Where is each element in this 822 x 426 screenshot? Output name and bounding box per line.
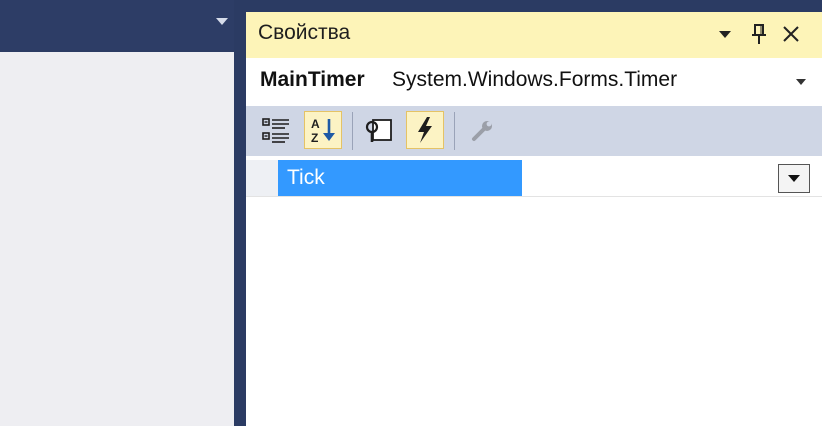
events-button[interactable] (406, 111, 444, 149)
property-grid-row[interactable]: Tick (246, 160, 822, 197)
pin-button[interactable] (746, 19, 772, 49)
alphabetical-icon: A Z (311, 117, 335, 145)
properties-icon (365, 119, 392, 142)
toolbar-separator (352, 112, 353, 150)
object-selector[interactable]: MainTimer System.Windows.Forms.Timer (246, 58, 822, 106)
left-panel-body (0, 52, 234, 426)
properties-window: Свойства MainTimer System.Windows.Forms.… (246, 12, 822, 426)
chevron-down-icon[interactable] (216, 18, 228, 25)
svg-text:A: A (311, 117, 320, 131)
property-pages-button[interactable] (464, 111, 502, 149)
chevron-down-icon (788, 175, 800, 182)
window-menu-button[interactable] (712, 19, 738, 49)
properties-title: Свойства (258, 21, 351, 44)
events-lightning-icon (418, 117, 432, 143)
object-type: System.Windows.Forms.Timer (392, 68, 678, 91)
categorized-button[interactable] (257, 111, 295, 149)
chevron-down-icon (719, 31, 731, 38)
pin-icon (752, 24, 766, 44)
close-icon (783, 26, 799, 42)
panel-splitter[interactable] (234, 0, 246, 426)
categorized-icon (262, 118, 289, 143)
object-name: MainTimer (260, 68, 365, 91)
toolbar-separator (454, 112, 455, 150)
alphabetical-button[interactable]: A Z (304, 111, 342, 149)
close-button[interactable] (778, 19, 804, 49)
properties-button[interactable] (360, 111, 398, 149)
row-margin (246, 160, 278, 196)
wrench-icon (472, 121, 492, 141)
properties-title-bar[interactable]: Свойства (246, 12, 822, 58)
left-panel-header (0, 0, 234, 50)
event-name-cell[interactable]: Tick (278, 160, 522, 196)
chevron-down-icon[interactable] (796, 79, 806, 85)
svg-text:Z: Z (311, 131, 318, 145)
event-handler-dropdown[interactable] (778, 164, 810, 193)
properties-toolbar: A Z (246, 106, 822, 156)
